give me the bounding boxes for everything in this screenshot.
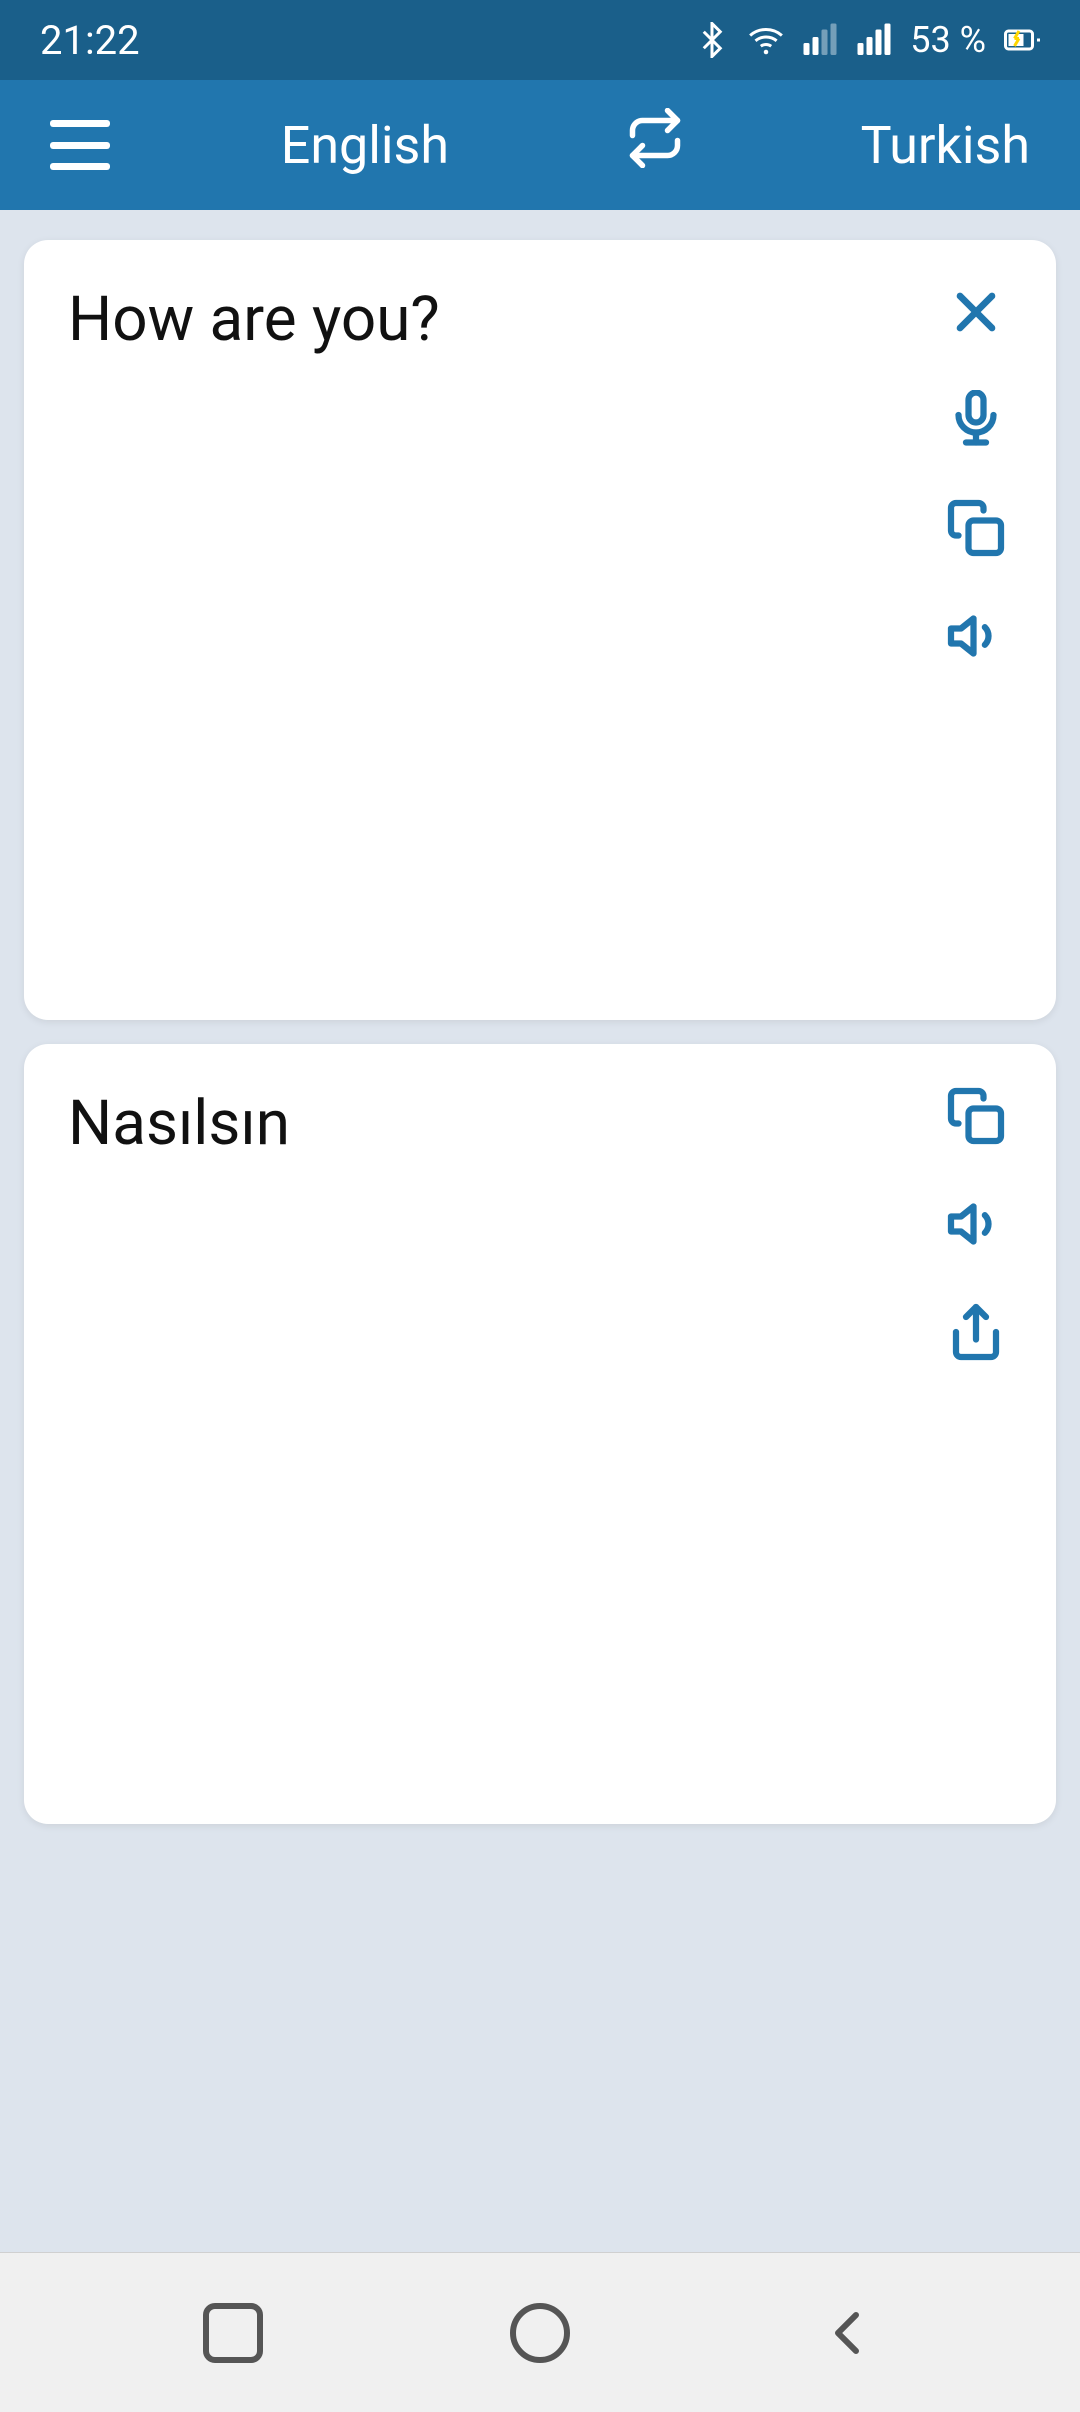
copy-source-button[interactable] bbox=[940, 492, 1012, 564]
source-language-button[interactable]: English bbox=[281, 115, 449, 176]
bluetooth-icon bbox=[694, 22, 730, 58]
main-content: How are you? bbox=[0, 210, 1080, 2252]
status-icons: 53 % bbox=[694, 19, 1040, 61]
status-bar: 21:22 53 % bbox=[0, 0, 1080, 80]
target-language-button[interactable]: Turkish bbox=[861, 115, 1030, 176]
menu-line3 bbox=[50, 163, 110, 170]
recent-button[interactable] bbox=[188, 2288, 278, 2378]
speak-source-button[interactable] bbox=[940, 600, 1012, 672]
clear-button[interactable] bbox=[940, 276, 1012, 348]
menu-line2 bbox=[50, 142, 110, 149]
source-card: How are you? bbox=[24, 240, 1056, 1020]
back-button[interactable] bbox=[802, 2288, 892, 2378]
source-card-actions bbox=[940, 276, 1012, 672]
microphone-button[interactable] bbox=[940, 384, 1012, 456]
menu-button[interactable] bbox=[50, 120, 110, 170]
translation-card: Nasılsın bbox=[24, 1044, 1056, 1824]
translation-text: Nasılsın bbox=[68, 1087, 290, 1160]
swap-languages-button[interactable] bbox=[620, 108, 690, 183]
speak-translation-button[interactable] bbox=[940, 1188, 1012, 1260]
toolbar: English Turkish bbox=[0, 80, 1080, 210]
translation-card-actions bbox=[940, 1080, 1012, 1368]
bottom-nav bbox=[0, 2252, 1080, 2412]
battery-icon bbox=[1004, 22, 1040, 58]
battery-level: 53 % bbox=[910, 19, 986, 61]
status-time: 21:22 bbox=[40, 17, 140, 64]
menu-line1 bbox=[50, 120, 110, 127]
signal2-icon bbox=[856, 22, 892, 58]
wifi-icon bbox=[748, 22, 784, 58]
share-translation-button[interactable] bbox=[940, 1296, 1012, 1368]
copy-translation-button[interactable] bbox=[940, 1080, 1012, 1152]
home-button[interactable] bbox=[495, 2288, 585, 2378]
signal-icon bbox=[802, 22, 838, 58]
source-text[interactable]: How are you? bbox=[68, 283, 440, 356]
